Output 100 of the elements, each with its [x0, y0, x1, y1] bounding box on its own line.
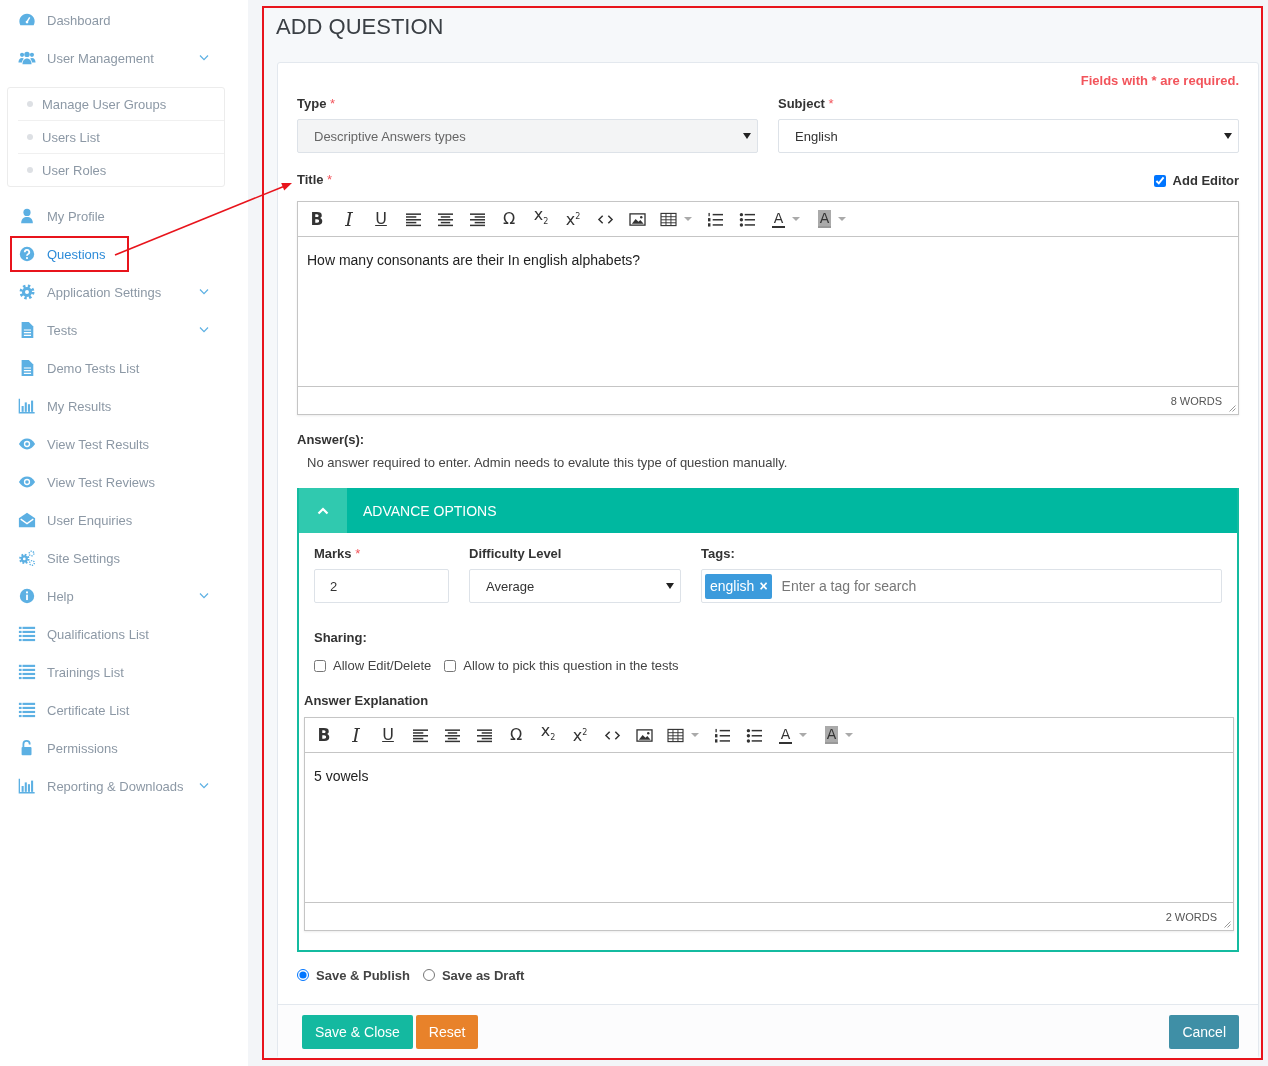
action-button[interactable]: Reset	[415, 1015, 479, 1049]
gear-icon	[17, 283, 37, 301]
help-text: No answer required to enter. Admin needs to evalute this type of question manually.	[307, 454, 789, 471]
tag-label: english	[710, 578, 755, 594]
sidebar-item[interactable]: Site Settings	[0, 539, 220, 577]
envelope-icon	[17, 511, 37, 529]
action-button[interactable]: Cancel	[1169, 1015, 1239, 1049]
sidebar-item[interactable]: Trainings List	[0, 653, 220, 691]
sidebar-item[interactable]: User Enquiries	[0, 501, 220, 539]
sidebar-item[interactable]: View Test Reviews	[0, 463, 220, 501]
numbered-list-icon	[713, 727, 731, 743]
select-field[interactable]: Average	[469, 569, 681, 603]
list-icon	[17, 663, 37, 681]
sidebar-item[interactable]: Help	[0, 577, 220, 615]
align-left-icon	[404, 211, 422, 227]
sidebar-item[interactable]: My Profile	[0, 197, 220, 235]
toolbar-button[interactable]: Ω	[500, 722, 532, 748]
radio-button[interactable]	[422, 969, 435, 981]
table-icon	[660, 211, 677, 227]
numbered-list-icon	[706, 211, 724, 227]
list-icon	[17, 625, 37, 643]
gears-icon	[17, 549, 37, 567]
toolbar-button[interactable]: B	[308, 722, 340, 748]
field-label: Marks *	[314, 545, 362, 562]
word-count: 2 WORDS	[1165, 910, 1217, 923]
editor-text[interactable]: 5 vowels	[305, 753, 1233, 902]
word-count: 8 WORDS	[1170, 394, 1222, 407]
info-icon	[17, 587, 37, 605]
radio-button-label: Save as Draft	[441, 967, 525, 983]
field-label: Tags:	[701, 545, 736, 562]
list-icon	[17, 701, 37, 719]
radio-button[interactable]	[297, 969, 309, 981]
question-icon	[17, 245, 37, 263]
toolbar-button[interactable]: A	[809, 206, 855, 232]
align-right-icon	[475, 727, 493, 743]
sidebar-item[interactable]: Questions	[0, 235, 220, 273]
sidebar-item[interactable]: Demo Tests List	[0, 349, 220, 387]
field-label: Difficulty Level	[469, 545, 563, 562]
checkbox[interactable]	[1153, 174, 1166, 187]
image-icon	[628, 211, 646, 227]
caret-icon	[1224, 133, 1232, 139]
field-label: Answer(s):	[297, 431, 366, 448]
toolbar-button[interactable]: A	[816, 722, 862, 748]
users-icon	[17, 49, 37, 67]
text-field[interactable]: 2	[314, 569, 449, 603]
sidebar-item[interactable]: Tests	[0, 311, 220, 349]
align-left-icon	[411, 727, 429, 743]
toolbar-button[interactable]: I	[333, 206, 365, 232]
toolbar-button[interactable]: B	[301, 206, 333, 232]
toolbar-button[interactable]: A	[763, 206, 809, 232]
checkbox-label: Allow Edit/Delete	[333, 657, 432, 674]
toolbar-button[interactable]: x$_{2}$	[525, 206, 557, 232]
caret-icon	[743, 133, 751, 139]
toolbar-button[interactable]: I	[340, 722, 372, 748]
sidebar-item[interactable]: User Management	[0, 39, 220, 77]
action-button[interactable]: Save & Close	[302, 1015, 413, 1049]
sidebar-item[interactable]: Dashboard	[0, 1, 220, 39]
image-icon	[635, 727, 653, 743]
align-center-icon	[436, 211, 454, 227]
select-field[interactable]: English	[778, 119, 1239, 153]
submenu-item[interactable]: Users List	[18, 120, 224, 153]
toolbar-button[interactable]: U	[365, 206, 397, 232]
toolbar-button[interactable]: A	[770, 722, 816, 748]
panel-title: ADVANCE OPTIONS	[363, 502, 497, 519]
page-title: ADD QUESTION	[276, 14, 445, 41]
sidebar-item[interactable]: Qualifications List	[0, 615, 220, 653]
field-label: Title *	[297, 171, 333, 188]
checkbox[interactable]	[314, 659, 326, 672]
bar-chart-icon	[17, 397, 37, 415]
bar-chart-icon	[17, 777, 37, 795]
remove-tag-button[interactable]: ×	[759, 578, 768, 594]
resize-grip-icon[interactable]	[1224, 921, 1231, 928]
radio-button-label: Save & Publish	[316, 967, 410, 983]
submenu-item[interactable]: User Roles	[18, 153, 224, 186]
toolbar-button[interactable]: x$^{2}$	[557, 206, 589, 232]
toolbar-button[interactable]: Ω	[493, 206, 525, 232]
resize-grip-icon[interactable]	[1229, 405, 1236, 412]
table-icon	[667, 727, 684, 743]
sidebar-item[interactable]: View Test Results	[0, 425, 220, 463]
sidebar-item[interactable]: Permissions	[0, 729, 220, 767]
toolbar-button[interactable]: x$_{2}$	[532, 722, 564, 748]
required-note: Fields with * are required.	[1079, 72, 1239, 90]
checkbox-label: Add Editor	[1172, 173, 1239, 188]
toolbar-button[interactable]: x$^{2}$	[564, 722, 596, 748]
caret-icon	[666, 583, 674, 589]
submenu-item[interactable]: Manage User Groups	[18, 88, 224, 120]
sidebar-item[interactable]: Certificate List	[0, 691, 220, 729]
bullet-list-icon	[738, 211, 756, 227]
sidebar-item[interactable]: Reporting & Downloads	[0, 767, 220, 805]
panel-header[interactable]: ADVANCE OPTIONS	[299, 488, 1237, 533]
field-label: Type *	[297, 95, 337, 112]
sidebar-item[interactable]: Application Settings	[0, 273, 220, 311]
tag-field[interactable]: english × Enter a tag for search	[701, 569, 1222, 603]
sidebar-item[interactable]: My Results	[0, 387, 220, 425]
toolbar-button[interactable]: U	[372, 722, 404, 748]
checkbox[interactable]	[444, 659, 457, 672]
bullet-list-icon	[745, 727, 763, 743]
align-right-icon	[468, 211, 486, 227]
editor-text[interactable]: How many consonants are their In english alphabets?	[298, 237, 1238, 386]
checkbox-label: Allow to pick this question in the tests	[463, 657, 679, 674]
